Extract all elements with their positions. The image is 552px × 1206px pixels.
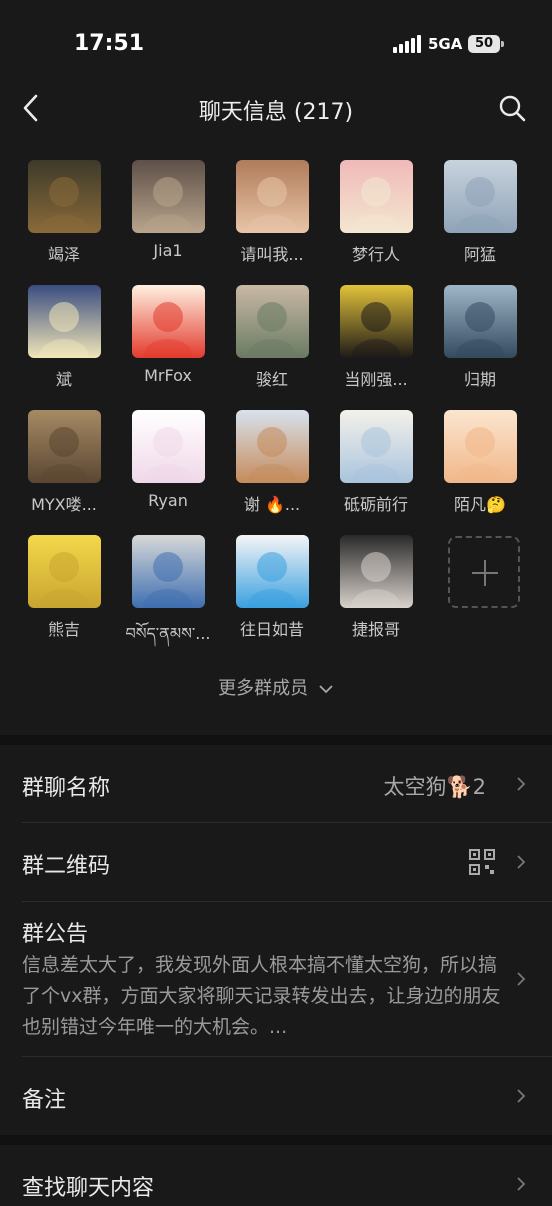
battery-icon: 50 <box>468 35 504 53</box>
member-name: བསོད་ནམས་... <box>125 624 211 643</box>
chevron-right-icon <box>517 1089 526 1103</box>
avatar <box>27 285 101 358</box>
more-members-label: 更多群成员 <box>218 678 309 699</box>
section-divider <box>0 1135 552 1145</box>
member-name: 阿猛 <box>463 245 496 264</box>
avatar <box>235 535 309 608</box>
group-notice-label: 群公告 <box>22 922 89 947</box>
avatar <box>443 285 517 358</box>
avatar <box>443 160 517 233</box>
group-name-row[interactable]: 群聊名称 太空狗🐕2 <box>0 746 552 822</box>
member-item[interactable]: 砥砺前行 <box>326 400 426 514</box>
search-chat-row[interactable]: 查找聊天内容 <box>0 1146 552 1206</box>
member-item[interactable]: 斌 <box>14 275 114 389</box>
network-type: 5GA <box>428 35 463 53</box>
member-name: 骏红 <box>255 370 288 389</box>
search-chat-label: 查找聊天内容 <box>22 1176 155 1201</box>
member-item[interactable]: 往日如昔 <box>222 525 322 639</box>
member-name: Ryan <box>148 491 188 510</box>
qr-code-icon <box>469 849 495 875</box>
remark-row[interactable]: 备注 <box>0 1057 552 1135</box>
member-name: MrFox <box>144 366 192 385</box>
avatar <box>235 285 309 358</box>
member-item[interactable]: MYX喽... <box>14 400 114 514</box>
avatar <box>339 160 413 233</box>
member-item[interactable]: 捷报哥 <box>326 525 426 639</box>
avatar <box>131 285 205 358</box>
chevron-right-icon <box>517 1177 526 1191</box>
add-member-button[interactable] <box>448 536 520 608</box>
member-item[interactable]: 当刚强... <box>326 275 426 389</box>
member-item[interactable]: བསོད་ནམས་... <box>118 525 218 643</box>
group-name-value: 太空狗🐕2 <box>383 775 486 799</box>
member-item[interactable]: 骏红 <box>222 275 322 389</box>
search-button[interactable] <box>494 90 530 126</box>
member-item[interactable]: Jia1 <box>118 150 218 260</box>
member-item[interactable]: 熊吉 <box>14 525 114 639</box>
status-bar: 17:51 5GA 50 <box>0 0 552 90</box>
member-grid: 竭泽 Jia1 请叫我... 梦行人 阿猛斌 MrFox 骏红 当刚强... 归期 MYX喽...… <box>0 150 552 730</box>
avatar <box>27 535 101 608</box>
member-name: 梦行人 <box>351 245 400 264</box>
avatar <box>131 535 205 608</box>
chevron-right-icon <box>517 777 526 791</box>
member-item[interactable]: MrFox <box>118 275 218 385</box>
avatar <box>235 160 309 233</box>
member-name: Jia1 <box>153 241 183 260</box>
member-item[interactable]: 归期 <box>430 275 530 389</box>
group-notice-text: 信息差太大了，我发现外面人根本搞不懂太空狗，所以搞了个vx群，方面大家将聊天记录… <box>22 954 501 1038</box>
member-item[interactable]: 谢 🔥... <box>222 400 322 514</box>
avatar <box>443 410 517 483</box>
member-item[interactable]: 梦行人 <box>326 150 426 264</box>
member-name: 砥砺前行 <box>343 495 408 514</box>
member-name: 当刚强... <box>344 370 408 389</box>
avatar <box>27 160 101 233</box>
signal-icon <box>393 35 423 53</box>
member-item[interactable]: 请叫我... <box>222 150 322 264</box>
member-name: 陌凡🤔 <box>454 495 506 514</box>
more-members-link[interactable]: 更多群成员 <box>0 674 552 700</box>
section-divider <box>0 735 552 745</box>
member-name: 往日如昔 <box>239 620 304 639</box>
member-name: MYX喽... <box>31 495 97 514</box>
chevron-down-icon <box>319 685 333 694</box>
status-time: 17:51 <box>74 31 145 56</box>
member-item[interactable]: Ryan <box>118 400 218 510</box>
chevron-right-icon <box>517 855 526 869</box>
battery-level: 50 <box>468 35 500 53</box>
member-name: 谢 🔥... <box>243 495 301 514</box>
avatar <box>339 535 413 608</box>
page-title: 聊天信息 (217) <box>198 100 354 125</box>
group-name-label: 群聊名称 <box>22 776 111 801</box>
qr-code-row[interactable]: 群二维码 <box>0 823 552 901</box>
avatar <box>339 410 413 483</box>
member-name: 斌 <box>55 370 72 389</box>
avatar <box>131 160 205 233</box>
avatar <box>131 410 205 483</box>
member-item[interactable]: 阿猛 <box>430 150 530 264</box>
member-name: 捷报哥 <box>351 620 400 639</box>
member-item[interactable]: 陌凡🤔 <box>430 400 530 514</box>
search-icon <box>499 95 526 122</box>
member-item[interactable]: 竭泽 <box>14 150 114 264</box>
nav-bar: 聊天信息 (217) <box>0 82 552 134</box>
avatar <box>339 285 413 358</box>
chevron-right-icon <box>517 972 526 986</box>
member-name: 归期 <box>463 370 496 389</box>
avatar <box>235 410 309 483</box>
member-name: 熊吉 <box>47 620 80 639</box>
remark-label: 备注 <box>22 1088 67 1113</box>
member-name: 竭泽 <box>47 245 80 264</box>
avatar <box>27 410 101 483</box>
qr-code-label: 群二维码 <box>22 854 111 879</box>
member-name: 请叫我... <box>240 245 304 264</box>
